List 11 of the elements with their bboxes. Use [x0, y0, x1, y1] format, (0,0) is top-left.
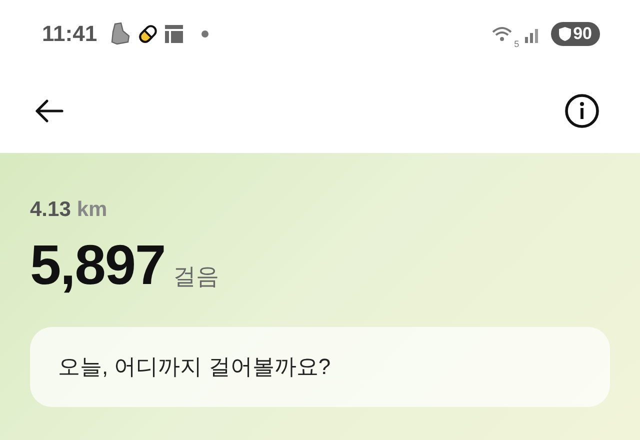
step-unit: 걸음: [173, 262, 220, 291]
network-label: 5: [514, 39, 520, 49]
wifi-icon: [492, 25, 512, 43]
prompt-card[interactable]: 오늘, 어디까지 걸어볼까요?: [30, 327, 610, 407]
distance-unit: km: [76, 198, 108, 222]
status-time: 11:41: [42, 21, 98, 47]
notification-dot-icon: [201, 30, 210, 38]
widget-icon: [165, 25, 184, 43]
battery-indicator: 90: [551, 22, 600, 46]
step-count: 5,897: [30, 232, 166, 297]
distance-value: 4.13: [30, 198, 71, 222]
